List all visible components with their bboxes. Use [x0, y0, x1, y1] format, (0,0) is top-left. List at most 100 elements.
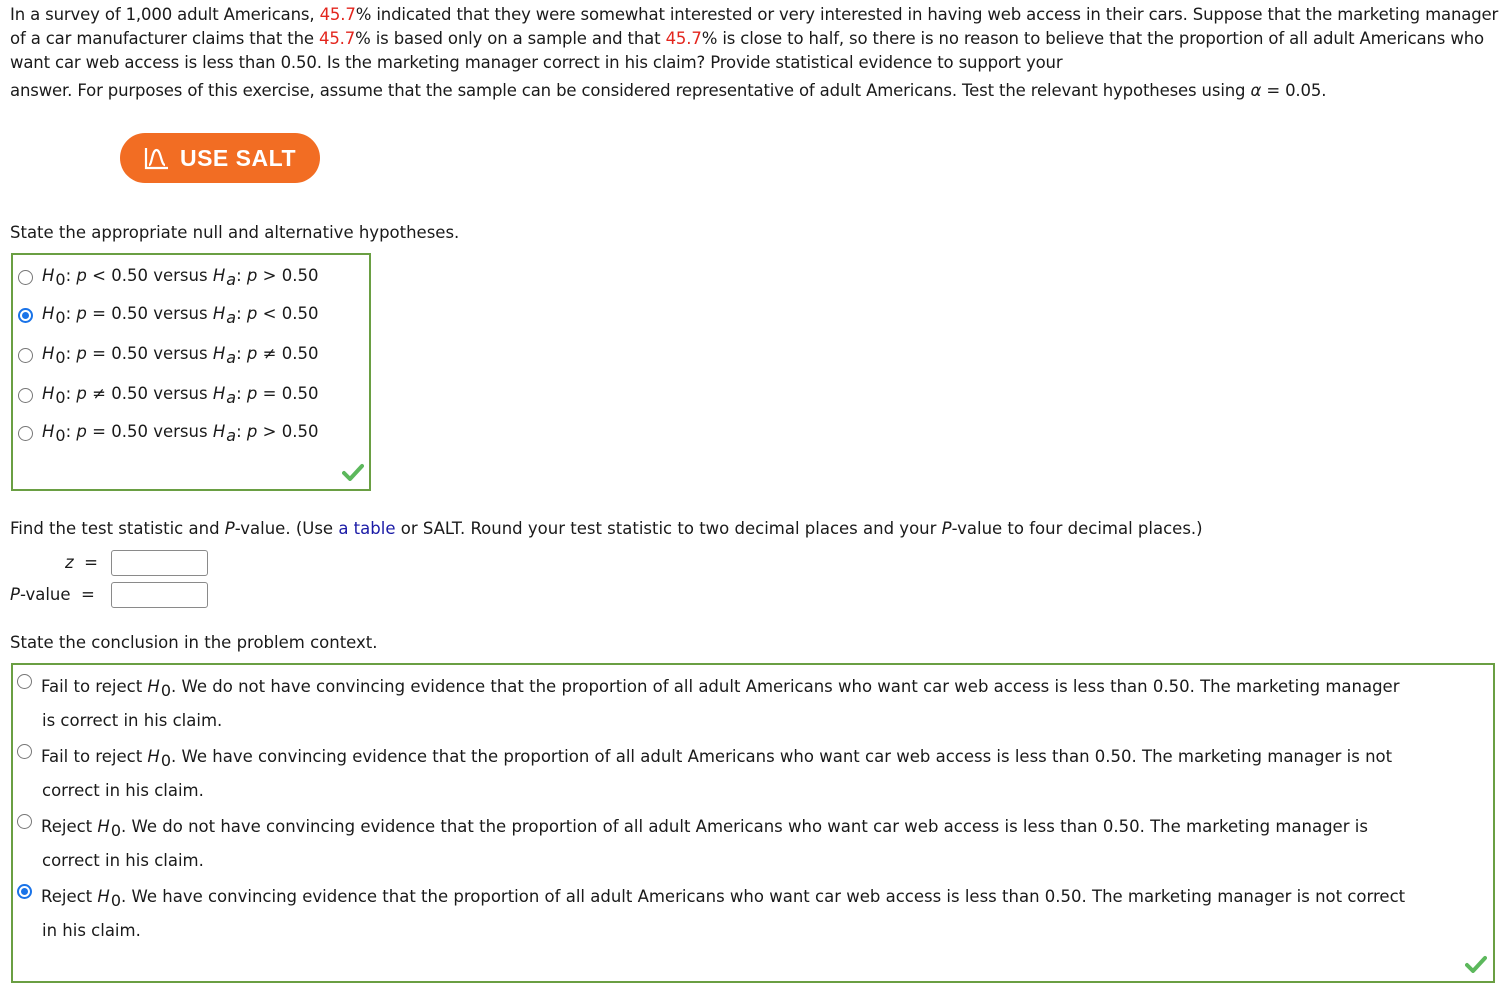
conclusion-label: Reject H0. We do not have convincing evi… — [41, 810, 1481, 878]
p-value-input[interactable] — [111, 582, 208, 608]
versus-text: versus — [153, 304, 208, 323]
conclusion-option[interactable]: Reject H0. We have convincing evidence t… — [17, 880, 1487, 948]
hypothesis-label: H0: p = 0.50 versus Ha: p > 0.50 — [42, 422, 319, 445]
p-symbol: p — [76, 384, 87, 403]
hypothesis-option[interactable]: H0: p = 0.50 versus Ha: p < 0.50 — [18, 303, 319, 327]
radio-button[interactable] — [17, 814, 32, 829]
radio-button[interactable] — [18, 388, 33, 403]
h0-value: 0.50 — [111, 304, 148, 323]
conclusion-lead: Fail to reject — [41, 677, 148, 696]
intro-line-4: answer. For purposes of this exercise, a… — [10, 79, 1500, 103]
h-symbol: H — [42, 344, 55, 363]
hypothesis-option[interactable]: H0: p ≠ 0.50 versus Ha: p = 0.50 — [18, 383, 319, 407]
conclusion-label: Fail to reject H0. We do not have convin… — [41, 670, 1481, 738]
conclusion-continuation: correct in his claim. — [42, 851, 204, 870]
versus-text: versus — [153, 384, 208, 403]
hypotheses-prompt: State the appropriate null and alternati… — [10, 223, 460, 242]
p-symbol: p — [76, 344, 87, 363]
ha-relation: > — [262, 422, 277, 441]
h-symbol: H — [42, 422, 55, 441]
h0-value: 0.50 — [111, 422, 148, 441]
conclusion-continuation: in his claim. — [42, 921, 141, 940]
p-value-text: -value — [19, 585, 71, 604]
h-symbol: H — [212, 266, 226, 285]
hypothesis-option[interactable]: H0: p < 0.50 versus Ha: p > 0.50 — [18, 265, 319, 289]
h-symbol: H — [212, 304, 226, 323]
h-symbol: H — [42, 304, 55, 323]
conclusion-label: Reject H0. We have convincing evidence t… — [41, 880, 1481, 948]
alt-subscript: a — [226, 388, 237, 407]
h0-relation: = — [92, 422, 106, 441]
highlight-percent: 45.7 — [665, 29, 702, 48]
h0-value: 0.50 — [111, 344, 148, 363]
conclusion-text: . We do not have convincing evidence tha… — [171, 677, 1400, 696]
conclusion-option[interactable]: Fail to reject H0. We have convincing ev… — [17, 740, 1487, 808]
correct-check-icon — [342, 464, 364, 481]
null-subscript: 0 — [55, 270, 66, 289]
hypothesis-option[interactable]: H0: p = 0.50 versus Ha: p > 0.50 — [18, 421, 319, 445]
highlight-percent: 45.7 — [319, 5, 356, 24]
use-salt-button[interactable]: USE SALT — [120, 133, 320, 183]
radio-button[interactable] — [17, 884, 32, 899]
use-salt-label: USE SALT — [179, 144, 297, 171]
h0-value: 0.50 — [111, 266, 148, 285]
hypothesis-label: H0: p = 0.50 versus Ha: p < 0.50 — [42, 304, 319, 327]
null-subscript: 0 — [55, 308, 66, 327]
hypotheses-answer-box: H0: p < 0.50 versus Ha: p > 0.50 H0: p = … — [11, 253, 371, 491]
highlight-percent: 45.7 — [318, 29, 356, 48]
conclusion-label: Fail to reject H0. We have convincing ev… — [41, 740, 1481, 808]
alt-subscript: a — [226, 270, 237, 289]
h-symbol: H — [97, 817, 110, 836]
radio-button[interactable] — [18, 426, 33, 441]
equals-sign: = — [81, 585, 95, 604]
intro-text: % is based only on a sample and that — [355, 29, 666, 48]
hypothesis-option[interactable]: H0: p = 0.50 versus Ha: p ≠ 0.50 — [18, 343, 318, 367]
null-subscript: 0 — [160, 751, 172, 770]
ha-value: 0.50 — [281, 304, 319, 323]
radio-button[interactable] — [18, 308, 33, 323]
p-symbol: P — [10, 585, 20, 604]
p-value-label: P-value = — [10, 584, 95, 606]
p-symbol: p — [76, 422, 87, 441]
intro-text: = 0.05. — [1261, 81, 1327, 100]
null-subscript: 0 — [110, 821, 122, 840]
h-symbol: H — [212, 422, 226, 441]
h-symbol: H — [212, 384, 226, 403]
radio-button[interactable] — [17, 674, 32, 689]
conclusion-prompt: State the conclusion in the problem cont… — [10, 633, 378, 652]
h-symbol: H — [42, 266, 55, 285]
intro-text: answer. For purposes of this exercise, a… — [10, 81, 1251, 100]
p-symbol: p — [246, 266, 258, 285]
ha-value: 0.50 — [281, 422, 319, 441]
ha-value: 0.50 — [281, 384, 319, 403]
conclusion-option[interactable]: Fail to reject H0. We do not have convin… — [17, 670, 1487, 738]
z-label: z = — [65, 552, 98, 574]
h0-relation: ≠ — [92, 384, 106, 403]
null-subscript: 0 — [160, 681, 172, 700]
null-subscript: 0 — [55, 388, 66, 407]
radio-button[interactable] — [17, 744, 32, 759]
p-symbol: p — [76, 304, 87, 323]
h0-relation: < — [92, 266, 106, 285]
radio-button[interactable] — [18, 348, 33, 363]
alt-subscript: a — [226, 426, 237, 445]
correct-check-icon — [1465, 956, 1487, 973]
alpha-symbol: α — [1250, 81, 1262, 100]
versus-text: versus — [153, 266, 208, 285]
versus-text: versus — [153, 422, 208, 441]
h0-value: 0.50 — [111, 384, 148, 403]
p-symbol: p — [246, 304, 258, 323]
radio-button[interactable] — [18, 270, 33, 285]
hypothesis-label: H0: p < 0.50 versus Ha: p > 0.50 — [42, 266, 319, 289]
h0-relation: = — [92, 304, 106, 323]
prompt-text: -value. (Use — [234, 519, 339, 538]
conclusion-lead: Reject — [41, 887, 98, 906]
intro-text: In a survey of 1,000 adult Americans, — [10, 5, 320, 24]
z-statistic-input[interactable] — [111, 550, 208, 576]
conclusion-text: . We have convincing evidence that the p… — [121, 887, 1406, 906]
table-link[interactable]: a table — [338, 519, 395, 538]
p-symbol: p — [246, 422, 258, 441]
question-text: In a survey of 1,000 adult Americans, 45… — [10, 3, 1500, 103]
conclusion-option[interactable]: Reject H0. We do not have convincing evi… — [17, 810, 1487, 878]
p-symbol: p — [246, 344, 258, 363]
